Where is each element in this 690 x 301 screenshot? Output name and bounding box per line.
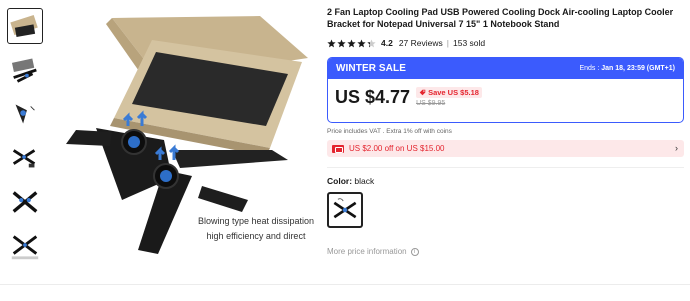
sale-ends-value: Jan 18, 23:59 (GMT+1) [601, 65, 675, 72]
sale-ends: Ends : Jan 18, 23:59 (GMT+1) [579, 65, 675, 72]
more-price-info[interactable]: More price information i [327, 247, 684, 256]
color-label-prefix: Color: [327, 176, 353, 186]
sale-label: WINTER SALE [336, 63, 406, 74]
thumbnail-1[interactable] [7, 8, 43, 44]
more-info-text: More price information [327, 247, 407, 256]
caption-line-2: high efficiency and direct [206, 231, 306, 241]
sale-box: WINTER SALE Ends : Jan 18, 23:59 (GMT+1)… [327, 57, 684, 123]
price-tag-icon [419, 89, 426, 96]
save-amount: Save US $5.18 [428, 88, 479, 97]
sale-ends-prefix: Ends : [579, 65, 600, 72]
price-block: US $4.77 Save US $5.18 US $9.95 [328, 79, 683, 115]
original-price: US $9.95 [416, 100, 446, 107]
coupon-text: US $2.00 off on US $15.00 [349, 144, 445, 153]
star-icon [357, 38, 366, 47]
sale-header: WINTER SALE Ends : Jan 18, 23:59 (GMT+1) [328, 58, 683, 79]
coupon-icon [332, 144, 344, 153]
color-label: Color: black [327, 176, 684, 186]
star-icon [337, 38, 346, 47]
current-price: US $4.77 [335, 87, 411, 107]
rating-value: 4.2 [381, 38, 393, 48]
coupon-banner[interactable]: US $2.00 off on US $15.00 › [327, 140, 684, 157]
rating-row: 4.2 27 Reviews | 153 sold [327, 37, 684, 49]
product-title: 2 Fan Laptop Cooling Pad USB Powered Coo… [327, 7, 674, 29]
divider [327, 167, 684, 168]
bottom-divider [0, 284, 690, 285]
star-icon [327, 38, 336, 47]
caption-line-1: Blowing type heat dissipation [197, 216, 315, 226]
vat-note: Price includes VAT . Extra 1% off with c… [327, 128, 452, 135]
info-icon: i [410, 247, 419, 256]
chevron-right-icon: › [675, 143, 678, 153]
star-icon [347, 38, 356, 47]
image-caption: Blowing type heat dissipation high effic… [186, 214, 326, 244]
thumbnail-5[interactable] [7, 184, 43, 220]
sold-count: 153 sold [452, 38, 486, 48]
save-badge: Save US $5.18 [416, 87, 482, 98]
product-info-panel: 2 Fan Laptop Cooling Pad USB Powered Coo… [327, 6, 684, 256]
color-value: black [354, 176, 375, 186]
thumbnail-gallery [7, 8, 45, 272]
thumbnail-3[interactable] [7, 96, 43, 132]
thumbnail-6[interactable] [7, 228, 43, 264]
star-half-icon [367, 38, 376, 47]
separator: | [446, 38, 449, 48]
reviews-link[interactable]: 27 Reviews [399, 38, 443, 48]
thumbnail-4[interactable] [7, 140, 43, 176]
color-swatch-black[interactable] [327, 192, 363, 228]
savings-column: Save US $5.18 US $9.95 [416, 85, 482, 107]
star-rating[interactable] [327, 38, 376, 48]
thumbnail-2[interactable] [7, 52, 43, 88]
